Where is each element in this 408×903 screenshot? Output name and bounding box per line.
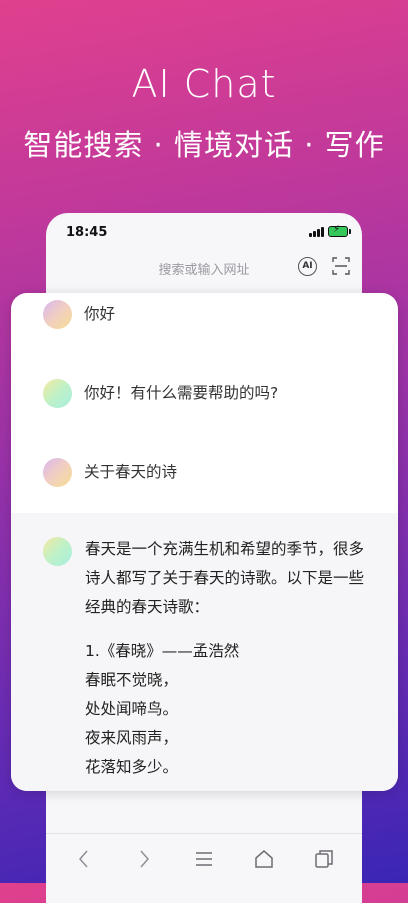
poem: 1.《春晓》——孟浩然 春眠不觉晓， 处处闻啼鸟。 夜来风雨声， 花落知多少。 (85, 637, 375, 782)
scan-icon[interactable] (332, 257, 350, 275)
status-time: 18:45 (66, 225, 108, 240)
message-text: 关于春天的诗 (84, 463, 178, 481)
message-text: 你好！有什么需要帮助的吗? (84, 384, 279, 402)
home-icon[interactable] (253, 848, 275, 870)
menu-icon[interactable] (193, 848, 215, 870)
poem-line: 处处闻啼鸟。 (85, 700, 179, 718)
hero-subtitle: 智能搜索 · 情境对话 · 写作 (23, 128, 385, 162)
chat-message-user: 关于春天的诗 (43, 458, 177, 487)
ai-reply: 春天是一个充满生机和希望的季节，很多诗人都写了关于春天的诗歌。以下是一些经典的春… (85, 535, 375, 782)
chat-message-ai: 你好！有什么需要帮助的吗? (43, 379, 278, 408)
message-text: 你好 (84, 305, 116, 323)
poem-line: 春眠不觉晓， (85, 671, 179, 689)
ai-reply-avatar-row (43, 537, 72, 566)
chat-message-user: 你好 (43, 300, 115, 329)
hero-title: AI Chat (131, 62, 277, 106)
ai-avatar (43, 537, 72, 566)
user-avatar (43, 458, 72, 487)
ai-button-icon[interactable]: AI (298, 257, 317, 276)
signal-icon (309, 226, 324, 237)
back-icon[interactable] (73, 848, 95, 870)
bottom-toolbar (46, 833, 362, 903)
battery-icon: ⚡ (328, 224, 351, 237)
poem-line: 夜来风雨声， (85, 729, 179, 747)
ai-avatar (43, 379, 72, 408)
user-avatar (43, 300, 72, 329)
status-icons: ⚡ (309, 224, 351, 237)
forward-icon[interactable] (133, 848, 155, 870)
poem-line: 1.《春晓》——孟浩然 (85, 642, 240, 660)
ai-reply-intro: 春天是一个充满生机和希望的季节，很多诗人都写了关于春天的诗歌。以下是一些经典的春… (85, 540, 365, 616)
chat-card: 你好 你好！有什么需要帮助的吗? 关于春天的诗 春天是一个充满生机和希望的季节，… (11, 293, 398, 791)
poem-line: 花落知多少。 (85, 758, 179, 776)
tabs-icon[interactable] (313, 848, 335, 870)
